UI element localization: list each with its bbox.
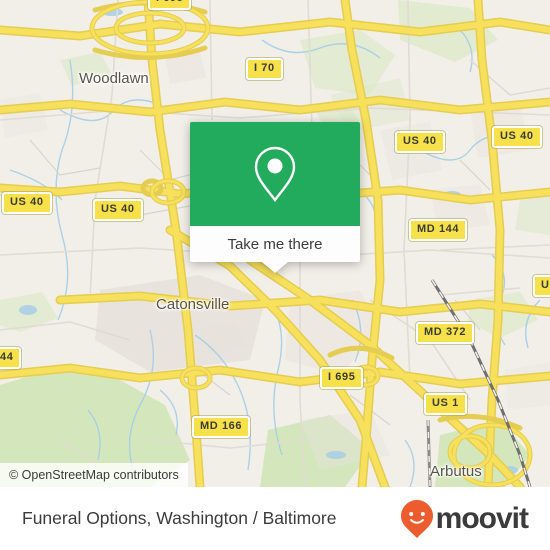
place-popup-card[interactable]: Take me there — [190, 122, 360, 273]
popup-card-header — [190, 122, 360, 226]
shield-us-40-d: US 40 — [93, 199, 143, 221]
shield-us-40-b: US 40 — [492, 126, 542, 148]
page-title: Funeral Options, Washington / Baltimore — [22, 508, 337, 528]
shield-us-40-a: US 40 — [395, 131, 445, 153]
map-pin-icon — [254, 146, 296, 202]
moovit-smiley-pin-icon — [400, 499, 433, 538]
place-label: Woodlawn — [79, 70, 149, 87]
moovit-place-card-screenshot: Woodlawn Catonsville Arbutus I 70 US 40 … — [0, 0, 550, 550]
shield-us-edge: US — [533, 275, 550, 297]
take-me-there-button[interactable]: Take me there — [190, 226, 360, 262]
place-label: Catonsville — [156, 296, 230, 313]
shield-md-166: MD 166 — [192, 416, 251, 438]
shield-us-1: US 1 — [424, 393, 467, 415]
shield-md-144-edge: 44 — [0, 347, 22, 369]
place-label: Arbutus — [430, 463, 482, 480]
shield-md-372: MD 372 — [416, 322, 475, 344]
shield-us-40-c: US 40 — [2, 192, 52, 214]
shield-i-695: I 695 — [320, 367, 364, 389]
moovit-wordmark: moovit — [435, 501, 529, 535]
osm-attribution[interactable]: © OpenStreetMap contributors — [0, 463, 188, 487]
popup-card-tail — [262, 262, 288, 273]
shield-i-70: I 70 — [246, 58, 283, 80]
shield-top-edge: I 695 — [148, 0, 192, 10]
footer-bar: Funeral Options, Washington / Baltimore … — [0, 487, 550, 550]
shield-md-144: MD 144 — [409, 219, 468, 241]
moovit-logo[interactable]: moovit — [400, 499, 529, 539]
take-me-there-label: Take me there — [227, 235, 323, 253]
